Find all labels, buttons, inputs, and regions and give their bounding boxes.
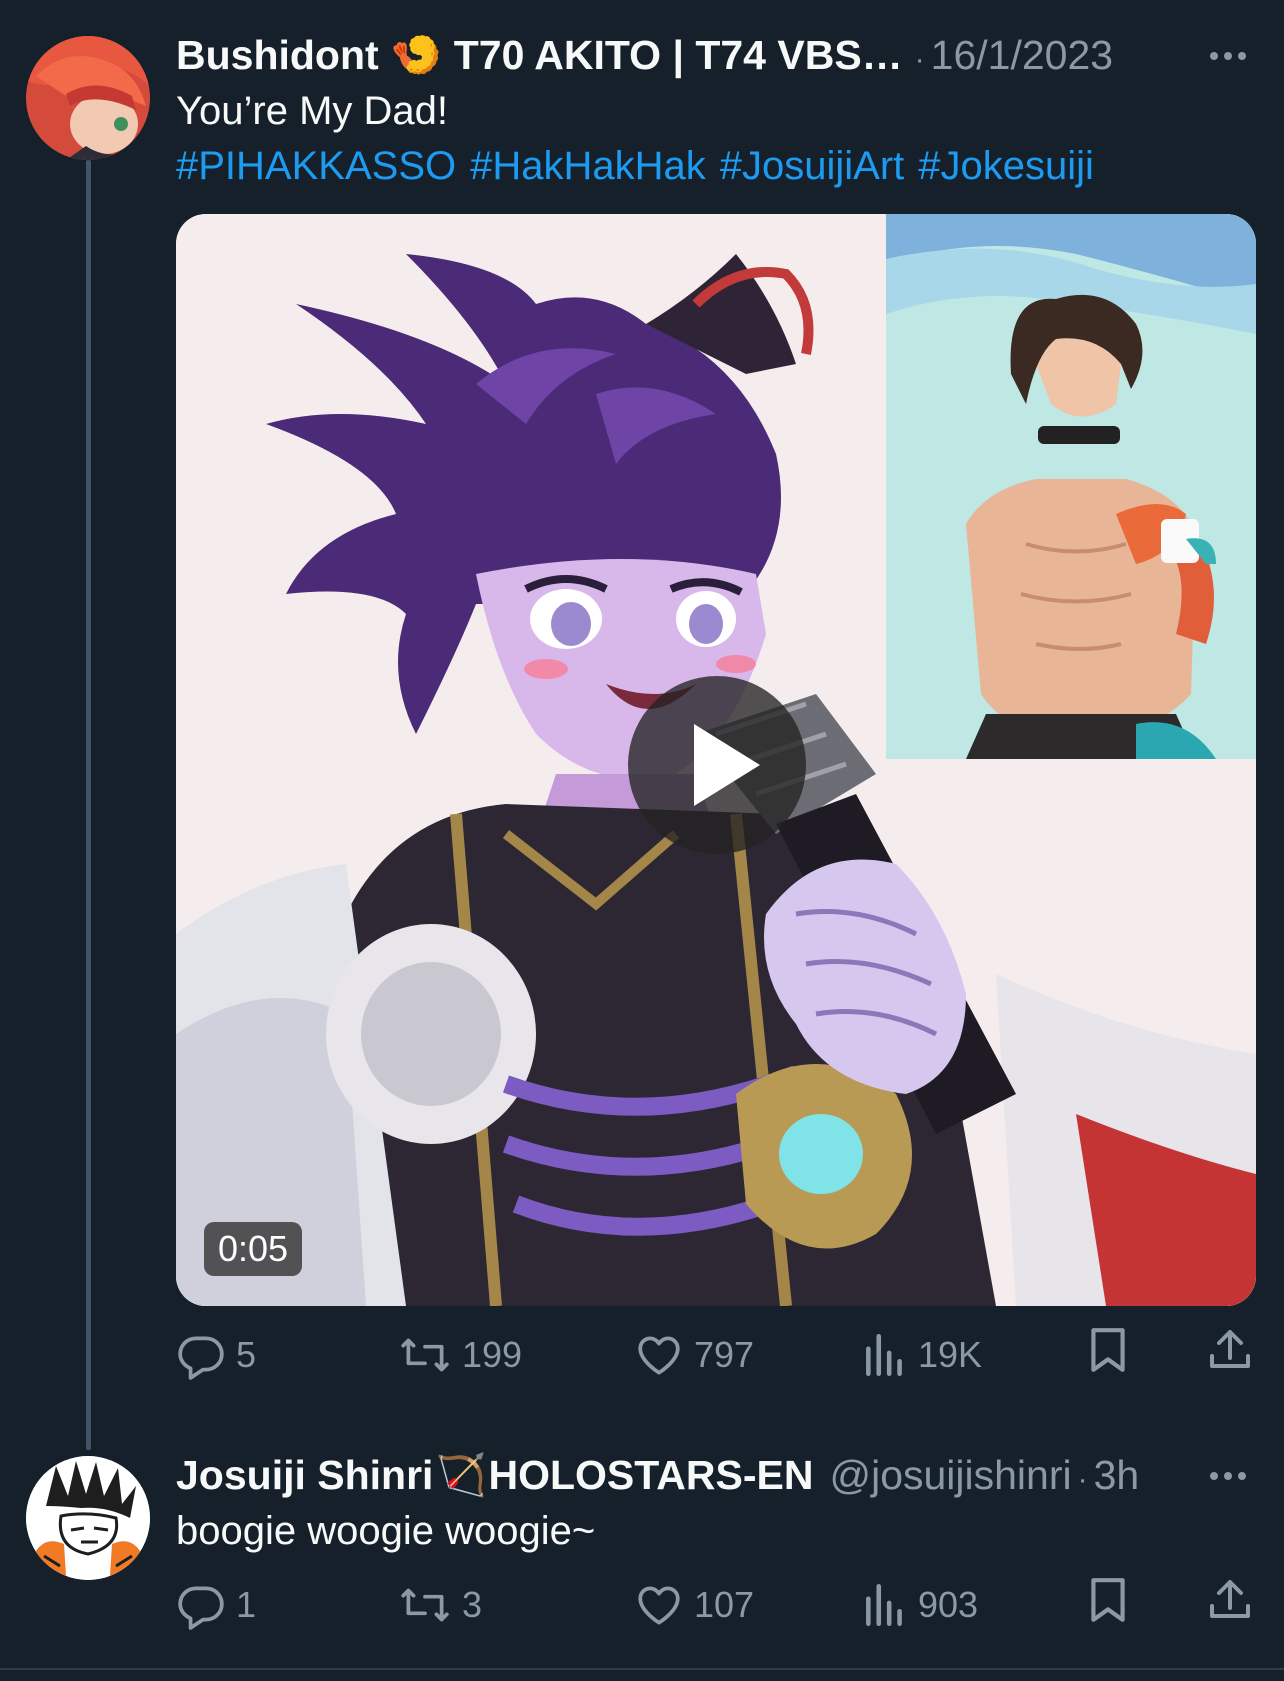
repost-count: 199 <box>462 1334 523 1375</box>
play-icon <box>694 724 760 806</box>
video-duration-badge: 0:05 <box>204 1222 303 1276</box>
display-name-suffix[interactable]: T70 AKITO | T74 VBS… <box>454 30 903 80</box>
avatar[interactable] <box>26 1456 150 1580</box>
like-button[interactable]: 797 <box>634 1325 754 1385</box>
thread-connector-line <box>86 160 91 1450</box>
display-name-emoji: 🏹 <box>435 1452 487 1498</box>
bookmark-button[interactable] <box>1086 1575 1130 1625</box>
timestamp[interactable]: 3h <box>1094 1450 1140 1500</box>
separator-dot: · <box>1077 1463 1088 1496</box>
tweet-header: Josuiji Shinri 🏹 HOLOSTARS-EN @josuijish… <box>176 1450 1139 1505</box>
reply-button[interactable]: 1 <box>176 1575 256 1635</box>
hashtag-list: #PIHAKKASSO #HakHakHak #JosuijiArt #Jokesui… <box>176 140 1108 192</box>
views-icon <box>866 1583 902 1627</box>
like-icon <box>638 1586 680 1625</box>
user-handle[interactable]: @josuijishinri <box>829 1450 1071 1500</box>
bookmark-icon <box>1091 1328 1125 1372</box>
like-count: 107 <box>694 1584 755 1625</box>
divider <box>0 1668 1284 1670</box>
tweet-text: boogie woogie woogie~ <box>176 1509 596 1553</box>
tweet-actions: 5 199 797 19K <box>176 1325 1262 1385</box>
tweet-thread: Bushidont 🍤 T70 AKITO | T74 VBS… · 16/1/… <box>0 0 1284 1681</box>
display-name[interactable]: Josuiji Shinri <box>176 1450 433 1500</box>
repost-count: 3 <box>462 1584 483 1625</box>
separator-dot: · <box>914 43 925 76</box>
reply-icon <box>178 1336 224 1380</box>
reply-count: 1 <box>236 1584 257 1625</box>
share-icon <box>1210 1580 1250 1618</box>
video-player[interactable]: 0:05 <box>176 214 1256 1306</box>
reply-button[interactable]: 5 <box>176 1325 256 1385</box>
tweet-actions: 1 3 107 903 <box>176 1575 1262 1635</box>
share-button[interactable] <box>1206 1325 1254 1375</box>
avatar[interactable] <box>26 36 150 160</box>
tweet-text: You’re My Dad! <box>176 89 448 133</box>
views-button[interactable]: 19K <box>862 1325 982 1385</box>
hashtag-link[interactable]: #PIHAKKASSO <box>176 144 456 188</box>
hashtag-link[interactable]: #JosuijiArt <box>720 144 905 188</box>
display-name-suffix[interactable]: HOLOSTARS-EN <box>489 1450 814 1500</box>
share-button[interactable] <box>1206 1575 1254 1625</box>
more-icon[interactable] <box>1210 1472 1246 1480</box>
reply-count: 5 <box>236 1334 257 1375</box>
timestamp[interactable]: 16/1/2023 <box>931 30 1113 80</box>
hashtag-link[interactable]: #HakHakHak <box>470 144 706 188</box>
like-count: 797 <box>694 1334 755 1375</box>
repost-button[interactable]: 3 <box>398 1575 482 1635</box>
like-button[interactable]: 107 <box>634 1575 754 1635</box>
views-count: 19K <box>918 1334 983 1375</box>
bookmark-icon <box>1091 1578 1125 1622</box>
more-icon[interactable] <box>1210 52 1246 60</box>
play-button[interactable] <box>628 676 806 854</box>
views-icon <box>866 1333 902 1377</box>
reply-icon <box>178 1586 224 1630</box>
display-name-emoji: 🍤 <box>390 32 442 78</box>
share-icon <box>1210 1330 1250 1368</box>
bookmark-button[interactable] <box>1086 1325 1130 1375</box>
repost-button[interactable]: 199 <box>398 1325 522 1385</box>
repost-icon <box>401 1588 449 1622</box>
repost-icon <box>401 1338 449 1372</box>
tweet-header: Bushidont 🍤 T70 AKITO | T74 VBS… · 16/1/… <box>176 30 1113 85</box>
views-button[interactable]: 903 <box>862 1575 978 1635</box>
hashtag-link[interactable]: #Jokesuiji <box>918 144 1094 188</box>
like-icon <box>638 1336 680 1375</box>
views-count: 903 <box>918 1584 979 1625</box>
display-name[interactable]: Bushidont <box>176 30 379 80</box>
